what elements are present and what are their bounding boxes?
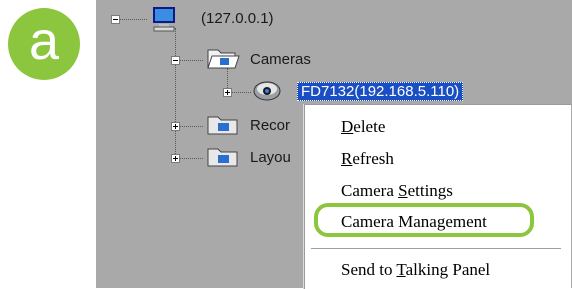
open-folder-icon (206, 46, 240, 75)
expand-toggle[interactable] (171, 154, 180, 163)
step-letter: a (28, 11, 60, 71)
tree-recordings-label[interactable]: Recor (250, 117, 290, 134)
menu-item-send-to-talking-panel[interactable]: Send to Talking Panel (341, 260, 490, 280)
tree-line (175, 28, 176, 160)
camera-icon (252, 78, 282, 107)
tree-cameras-label[interactable]: Cameras (250, 51, 311, 68)
menu-item-refresh[interactable]: Refresh (341, 149, 394, 169)
collapse-toggle[interactable] (111, 15, 120, 24)
menu-separator (311, 248, 561, 250)
computer-icon (151, 6, 177, 37)
folder-camera-icon (206, 114, 240, 141)
tree-camera-device-label[interactable]: FD7132(192.168.5.110) (297, 82, 464, 101)
highlight-outline (314, 203, 534, 237)
tree-root-label[interactable]: (127.0.0.1) (201, 10, 274, 27)
folder-camera-icon (206, 146, 240, 173)
collapse-toggle[interactable] (171, 56, 180, 65)
tree-layouts-label[interactable]: Layou (250, 149, 291, 166)
menu-item-camera-settings[interactable]: Camera Settings (341, 181, 453, 201)
expand-toggle[interactable] (171, 122, 180, 131)
menu-item-delete[interactable]: Delete (341, 117, 385, 137)
step-badge: a (8, 8, 80, 80)
context-menu: Delete Refresh Camera Settings Camera Ma… (304, 104, 571, 289)
expand-toggle[interactable] (223, 88, 232, 97)
